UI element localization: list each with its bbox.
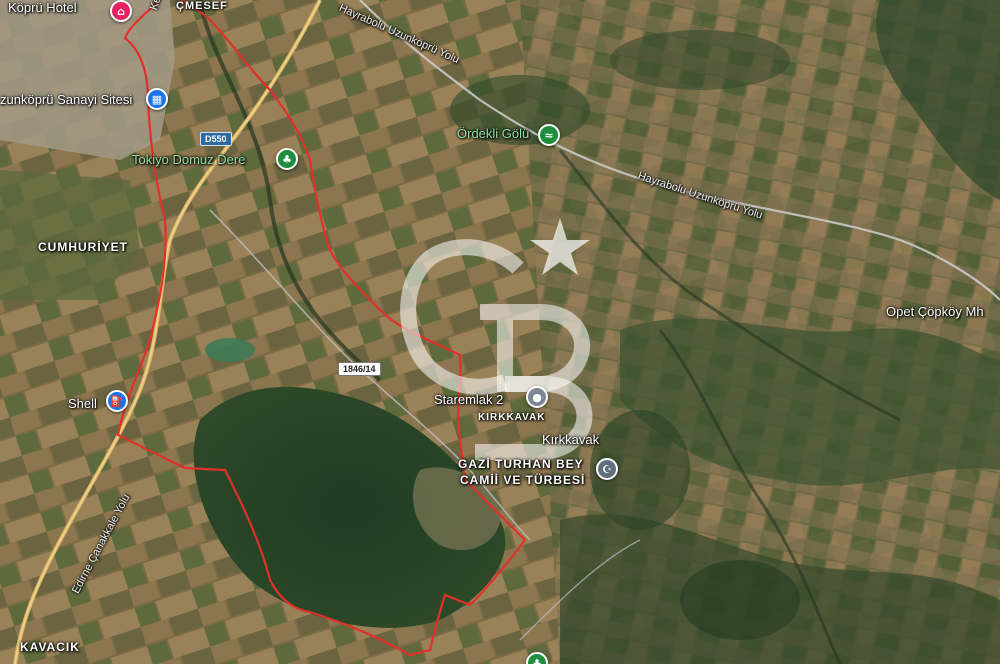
- map-view[interactable]: D550 1846/14 Köprü Hotel ⌂ Keşan Cad. ÇM…: [0, 0, 1000, 664]
- label-cmesef[interactable]: ÇMESEF: [176, 0, 228, 12]
- label-opet-copkoy[interactable]: Opet Çöpköy Mh: [886, 304, 984, 319]
- factory-icon[interactable]: ▦: [146, 88, 168, 110]
- gas-station-icon[interactable]: ⛽: [106, 390, 128, 412]
- label-ordekli-golu[interactable]: Ördekli Gölü: [457, 126, 529, 141]
- label-kopru-hotel[interactable]: Köprü Hotel: [8, 0, 77, 15]
- mosque-icon[interactable]: ☪: [596, 458, 618, 480]
- label-tokiyo-domuz-dere[interactable]: Tokiyo Domuz Dere: [132, 152, 245, 167]
- label-gazi-turhan-bey-line1[interactable]: GAZİ TURHAN BEY: [458, 457, 584, 471]
- label-kirkkavak-caps[interactable]: KIRKKAVAK: [478, 412, 546, 423]
- label-gazi-turhan-bey-line2[interactable]: CAMİİ VE TÜRBESİ: [460, 473, 585, 487]
- label-cumhuriyet[interactable]: CUMHURİYET: [38, 240, 128, 254]
- location-pin-icon[interactable]: ●: [526, 386, 548, 408]
- lake-icon[interactable]: ≈: [538, 124, 560, 146]
- bed-icon[interactable]: ⌂: [110, 0, 132, 22]
- road-shield-d550[interactable]: D550: [200, 132, 232, 146]
- label-kavacik[interactable]: KAVACIK: [20, 640, 80, 654]
- tree-icon[interactable]: ♣: [276, 148, 298, 170]
- label-sanayi-sitesi[interactable]: zunköprü Sanayi Sitesi: [0, 92, 132, 107]
- label-shell[interactable]: Shell: [68, 396, 97, 411]
- road-shield-1846-14[interactable]: 1846/14: [338, 362, 381, 376]
- label-staremlak-2[interactable]: Staremlak 2: [434, 392, 503, 407]
- label-kirkkavak[interactable]: Kırkkavak: [542, 432, 599, 447]
